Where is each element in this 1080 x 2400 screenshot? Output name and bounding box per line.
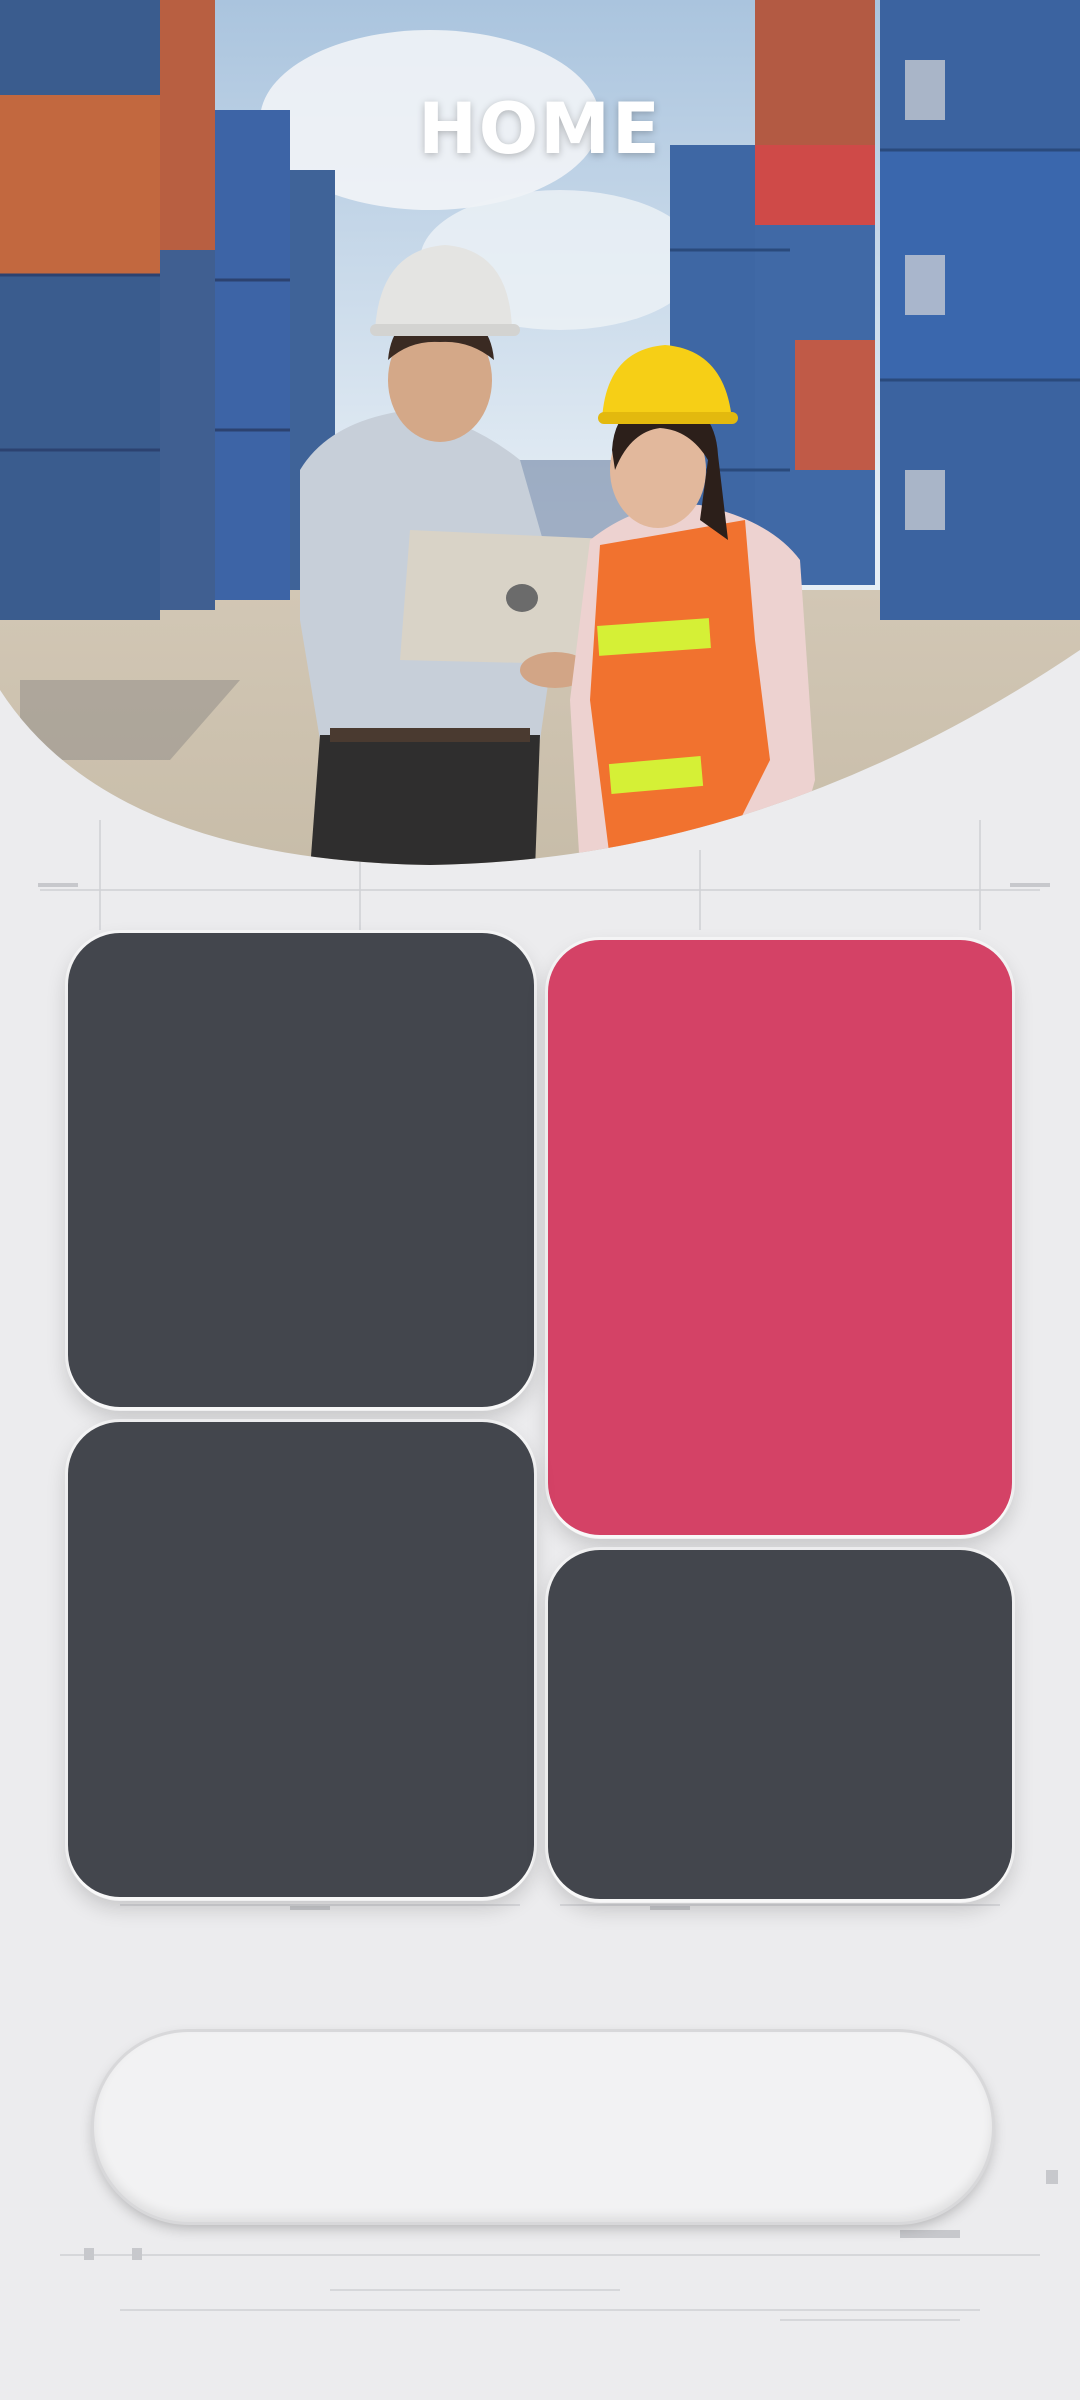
page-title: HOME [418, 88, 662, 170]
bottom-action-button[interactable] [94, 2032, 992, 2222]
menu-tile-4[interactable] [548, 1550, 1012, 1899]
menu-tile-1[interactable] [68, 933, 534, 1407]
menu-tile-3[interactable] [68, 1422, 534, 1897]
hero-banner: HOME [0, 0, 1080, 870]
menu-tile-2[interactable] [548, 940, 1012, 1535]
